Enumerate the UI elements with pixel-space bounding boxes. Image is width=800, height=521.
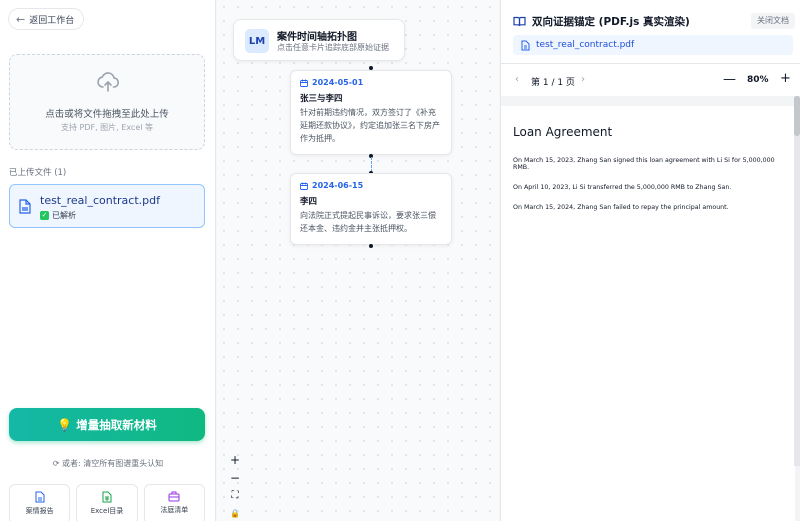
event-date: 2024-06-15	[300, 181, 442, 190]
document-name: test_real_contract.pdf	[536, 40, 635, 50]
spreadsheet-icon	[102, 491, 112, 503]
uploaded-files-label: 已上传文件 (1)	[9, 168, 67, 178]
case-report-button[interactable]: 案情报告	[9, 484, 71, 521]
timeline-title-card: LM 案件时间轴拓扑图 点击任意卡片追踪底部原始证据	[233, 19, 405, 61]
close-document-button[interactable]: 关闭文档	[751, 13, 795, 29]
excel-catalog-button[interactable]: Excel目录	[76, 484, 138, 521]
file-status: ✓ 已解析	[40, 210, 76, 221]
event-date-label: 2024-05-01	[312, 78, 364, 87]
zoom-out-button[interactable]: −	[226, 470, 244, 486]
upload-title: 点击或将文件拖拽至此处上传	[45, 109, 169, 120]
extract-button-label: 增量抽取新材料	[76, 417, 157, 432]
file-name: test_real_contract.pdf	[40, 194, 160, 207]
evidence-title-label: 双向证据锚定 (PDF.js 真实渲染)	[532, 16, 690, 28]
event-description: 向法院正式提起民事诉讼，要求张三偿还本金、违约金并主张抵押权。	[300, 211, 436, 233]
left-panel: ← 返回工作台 点击或将文件拖拽至此处上传 支持 PDF, 图片, Excel …	[0, 0, 216, 521]
pdf-scrollbar-thumb[interactable]	[794, 96, 800, 136]
lm-badge: LM	[245, 29, 269, 53]
incremental-extract-button[interactable]: 💡 增量抽取新材料	[9, 408, 205, 441]
evidence-title: 双向证据锚定 (PDF.js 真实渲染)	[513, 14, 690, 29]
pdf-zoom-level: 80%	[747, 75, 769, 85]
connector-dot	[369, 244, 373, 248]
refresh-icon: ⟳	[52, 459, 60, 468]
excel-catalog-label: Excel目录	[90, 507, 124, 515]
event-date-label: 2024-06-15	[312, 181, 364, 190]
timeline-title: 案件时间轴拓扑图	[277, 32, 357, 43]
fit-view-button[interactable]: ⛶	[226, 488, 244, 504]
file-item[interactable]: test_real_contract.pdf ✓ 已解析	[9, 184, 205, 228]
timeline-connector	[371, 157, 372, 172]
event-description: 针对前期违约情况，双方签订了《补充延期还款协议》，约定追加张三名下房产作为抵押。	[300, 108, 440, 143]
pdf-page: Loan Agreement On March 15, 2023, Zhang …	[501, 106, 795, 521]
pdf-scrollbar-track[interactable]	[794, 96, 800, 466]
court-list-button[interactable]: 法庭清单	[143, 484, 205, 521]
document-icon	[35, 491, 45, 503]
event-parties: 李四	[300, 197, 318, 207]
file-icon	[521, 40, 530, 50]
zoom-in-button[interactable]: +	[226, 452, 244, 468]
reset-hint[interactable]: ⟳ 或者: 清空所有图谱重头认知	[0, 458, 216, 469]
timeline-event-card[interactable]: 2024-05-01 张三与李四 针对前期违约情况，双方签订了《补充延期还款协议…	[290, 70, 452, 155]
upload-dropzone[interactable]: 点击或将文件拖拽至此处上传 支持 PDF, 图片, Excel 等	[9, 54, 205, 150]
pdf-zoom-out-button[interactable]: —	[723, 72, 736, 87]
lightbulb-icon: 💡	[57, 417, 73, 432]
bottom-buttons: 案情报告 Excel目录 法庭清单	[9, 484, 205, 521]
back-to-workbench-button[interactable]: ← 返回工作台	[8, 8, 84, 30]
upload-subtitle: 支持 PDF, 图片, Excel 等	[60, 123, 154, 132]
arrow-left-icon: ←	[16, 12, 26, 26]
lock-button[interactable]: 🔒	[226, 506, 244, 521]
document-chip[interactable]: test_real_contract.pdf	[513, 35, 793, 55]
pdf-line: On April 10, 2023, Li Si transferred the…	[513, 184, 732, 191]
cloud-upload-icon	[97, 72, 120, 92]
canvas-zoom-controls: + − ⛶ 🔒	[226, 452, 244, 521]
pdf-heading: Loan Agreement	[513, 125, 613, 139]
timeline-canvas[interactable]: LM 案件时间轴拓扑图 点击任意卡片追踪底部原始证据 2024-05-01 张三…	[217, 0, 499, 521]
next-page-button[interactable]: ›	[581, 74, 585, 85]
pdf-zoom-in-button[interactable]: +	[780, 71, 791, 86]
event-date: 2024-05-01	[300, 78, 442, 87]
case-report-label: 案情报告	[25, 507, 54, 515]
reset-hint-label: 或者: 清空所有图谱重头认知	[62, 459, 164, 468]
page-indicator: 第 1 / 1 页	[531, 78, 575, 88]
briefcase-icon	[168, 491, 180, 502]
back-label: 返回工作台	[29, 15, 75, 26]
calendar-icon	[300, 79, 308, 87]
pdf-line: On March 15, 2024, Zhang San failed to r…	[513, 204, 729, 211]
prev-page-button[interactable]: ‹	[515, 74, 519, 85]
evidence-header: 双向证据锚定 (PDF.js 真实渲染) 关闭文档 test_real_cont…	[501, 0, 800, 64]
court-list-label: 法庭清单	[160, 506, 189, 514]
file-icon	[19, 199, 31, 214]
book-icon	[513, 16, 526, 27]
timeline-event-card[interactable]: 2024-06-15 李四 向法院正式提起民事诉讼，要求张三偿还本金、违约金并主…	[290, 173, 452, 245]
check-icon: ✓	[40, 211, 49, 220]
pdf-line: On March 15, 2023, Zhang San signed this…	[513, 157, 775, 171]
pdf-viewer[interactable]: Loan Agreement On March 15, 2023, Zhang …	[501, 96, 800, 521]
evidence-panel: 双向证据锚定 (PDF.js 真实渲染) 关闭文档 test_real_cont…	[500, 0, 800, 521]
file-status-label: 已解析	[52, 211, 76, 220]
event-parties: 张三与李四	[300, 94, 343, 104]
calendar-icon	[300, 182, 308, 190]
pdf-toolbar: ‹ 第 1 / 1 页 › — 80% +	[501, 70, 800, 94]
timeline-subtitle: 点击任意卡片追踪底部原始证据	[277, 43, 389, 52]
